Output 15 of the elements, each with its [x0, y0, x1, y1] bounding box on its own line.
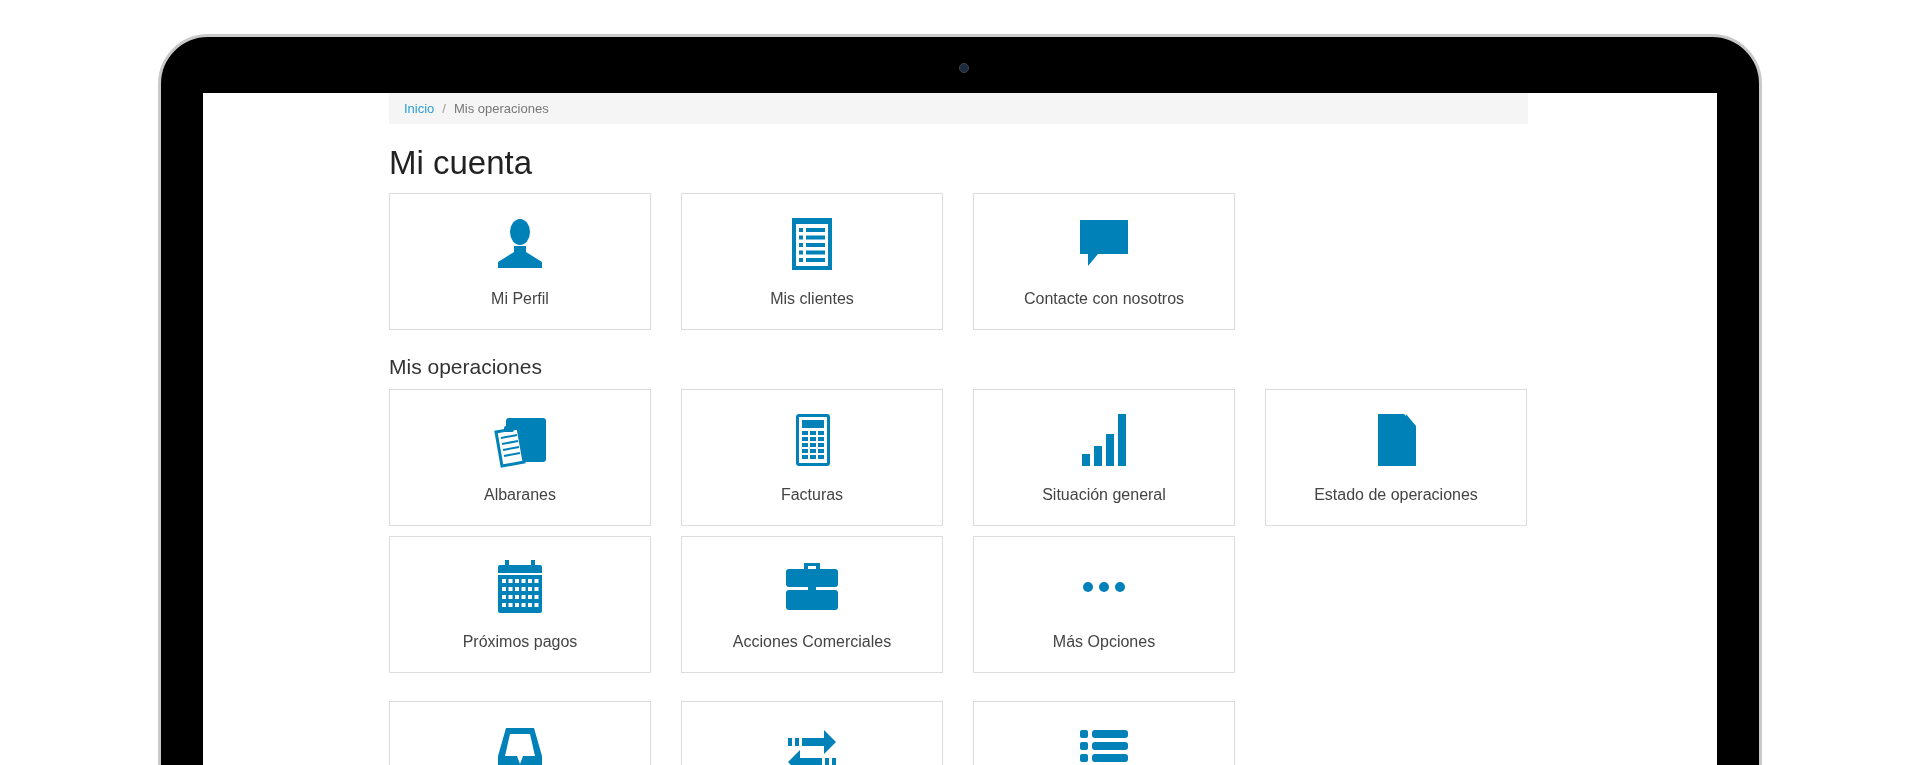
breadcrumb-separator: /	[442, 99, 446, 118]
menu-tile[interactable]: Contacte con nosotros	[973, 193, 1235, 331]
menu-tile[interactable]: Albaranes	[389, 388, 651, 526]
menu-tile[interactable]: Situación general	[973, 388, 1235, 526]
menu-tile[interactable]: Facturas	[681, 388, 943, 526]
menu-tile[interactable]: Acciones Comerciales	[681, 535, 943, 673]
camera-icon	[959, 63, 969, 73]
menu-tile[interactable]: Más Opciones	[973, 535, 1235, 673]
section-title: Mis operaciones	[389, 354, 543, 381]
page-title: Mi cuenta	[389, 143, 534, 183]
breadcrumb-current: Mis operaciones	[454, 99, 549, 118]
menu-tile[interactable]: Mis clientes	[681, 193, 943, 331]
menu-tile[interactable]: Estado de operaciones	[1265, 388, 1527, 526]
menu-tile[interactable]: Mi Perfil	[389, 193, 651, 331]
menu-tile[interactable]: Próximos pagos	[389, 535, 651, 673]
